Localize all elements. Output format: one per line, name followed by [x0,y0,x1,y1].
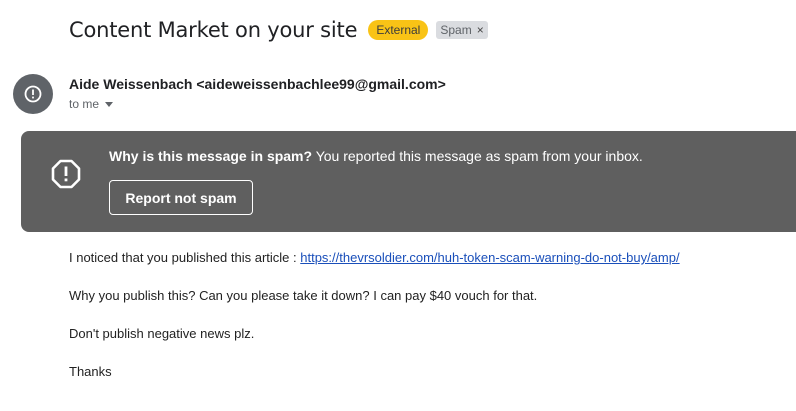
spam-warning-banner: Why is this message in spam? You reporte… [21,131,796,232]
body-line-3: Don't publish negative news plz. [69,326,255,341]
article-link[interactable]: https://thevrsoldier.com/huh-token-scam-… [300,250,679,265]
email-subject: Content Market on your site [69,18,358,42]
email-view: Content Market on your site External Spa… [0,0,796,411]
external-badge: External [368,20,429,40]
subject-row: Content Market on your site External Spa… [69,18,488,42]
report-not-spam-button[interactable]: Report not spam [109,180,253,215]
sender-avatar[interactable] [13,74,53,114]
spam-question: Why is this message in spam? [109,148,313,164]
sender-name[interactable]: Aide Weissenbach <aideweissenbachlee99@g… [69,76,446,92]
spam-label-chip: Spam × [436,21,488,39]
spam-reason-text: You reported this message as spam from y… [312,148,643,164]
close-icon[interactable]: × [477,23,484,37]
alert-circle-icon [24,85,42,103]
body-line-4: Thanks [69,364,112,379]
caret-down-icon[interactable] [105,101,114,107]
alert-octagon-icon [51,159,81,189]
body-line-1: I noticed that you published this articl… [69,250,680,265]
body-line-1-text: I noticed that you published this articl… [69,250,301,265]
spam-label-text: Spam [440,23,472,37]
recipient-details[interactable]: to me [69,97,114,111]
body-line-2: Why you publish this? Can you please tak… [69,288,538,303]
spam-reason: Why is this message in spam? You reporte… [109,148,643,164]
recipient-label: to me [69,97,100,111]
